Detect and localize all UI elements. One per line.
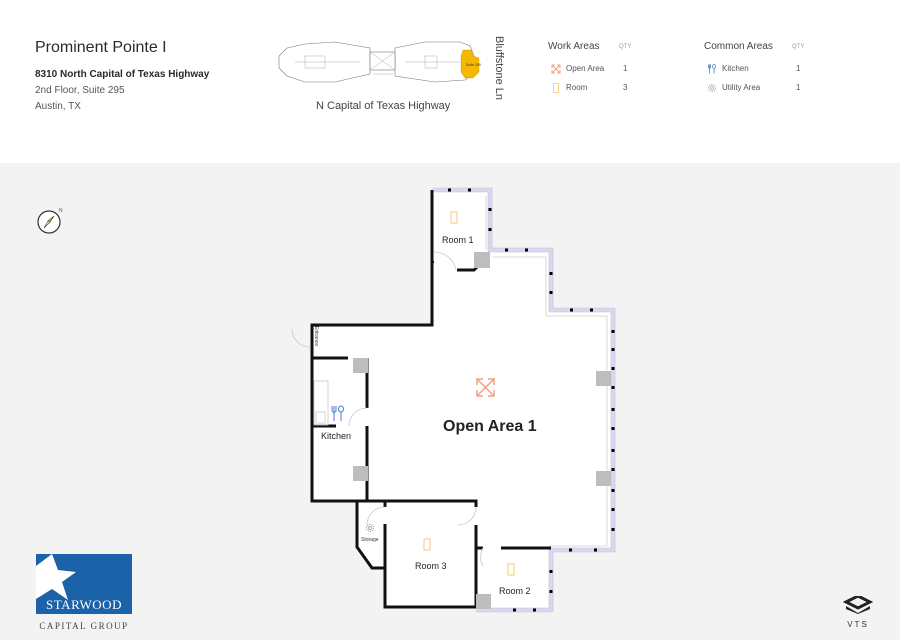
room-label-storage[interactable]: Storage <box>361 537 379 543</box>
vts-mark-icon <box>842 594 874 614</box>
vts-wordmark: VTS <box>847 620 869 629</box>
room-label-room-3[interactable]: Room 3 <box>415 561 447 571</box>
room-label-room-1[interactable]: Room 1 <box>442 235 474 245</box>
starwood-logo: STARWOOD CAPITAL GROUP <box>36 554 132 631</box>
room-label-open-area-1[interactable]: Open Area 1 <box>443 418 537 436</box>
floor-plan <box>291 187 616 613</box>
starwood-wordmark: STARWOOD <box>46 597 122 612</box>
room-label-kitchen[interactable]: Kitchen <box>321 431 351 441</box>
room-label-entrance: Entrance <box>313 326 319 347</box>
vts-logo: VTS <box>842 594 874 629</box>
starwood-star-icon: STARWOOD <box>36 554 132 614</box>
room-label-room-2[interactable]: Room 2 <box>499 586 531 596</box>
starwood-subtitle: CAPITAL GROUP <box>39 621 129 631</box>
